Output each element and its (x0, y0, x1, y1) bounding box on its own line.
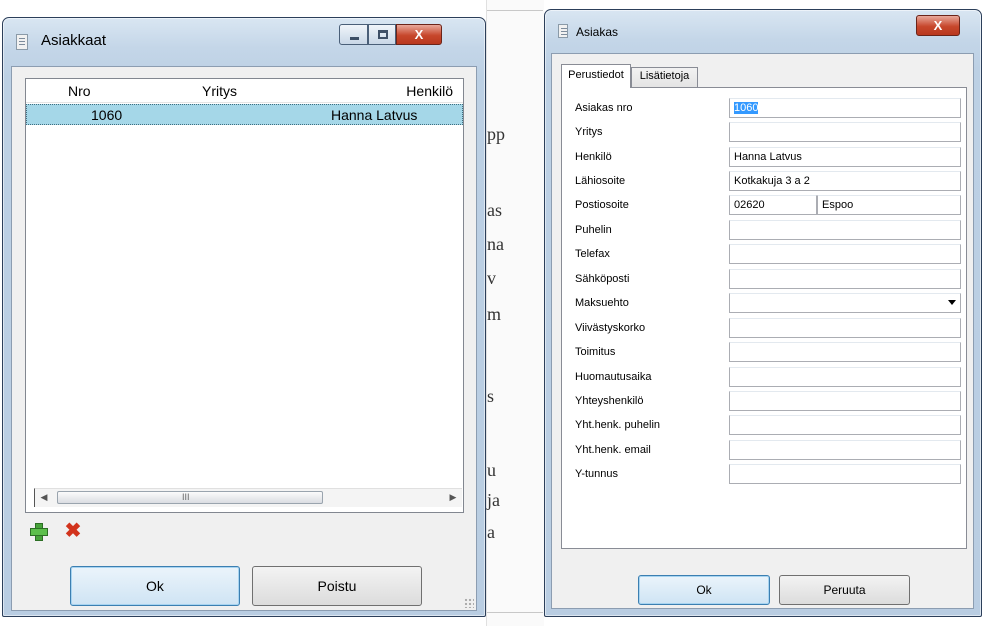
label-asiakas-nro: Asiakas nro (575, 102, 633, 114)
cell-henkilo: Hanna Latvus (331, 107, 418, 123)
label-viivastyskorko: Viivästyskorko (575, 322, 646, 334)
label-yht-puhelin: Yht.henk. puhelin (575, 419, 661, 431)
minimize-icon (350, 37, 359, 40)
minimize-button[interactable] (339, 24, 368, 45)
table-row[interactable]: 1060 Hanna Latvus (26, 104, 463, 125)
sahkoposti-field[interactable] (729, 269, 961, 289)
label-henkilo: Henkilö (575, 151, 612, 163)
background-text: v (487, 268, 496, 288)
ok-button[interactable]: Ok (70, 566, 240, 606)
asiakas-nro-value: 1060 (734, 102, 759, 114)
asiakas-nro-field[interactable]: 1060 (729, 98, 961, 118)
resize-grip[interactable] (464, 598, 474, 608)
cancel-button[interactable]: Peruuta (779, 575, 910, 605)
column-header-henkilo[interactable]: Henkilö (406, 83, 453, 99)
background-text: pp (487, 124, 505, 144)
telefax-field[interactable] (729, 244, 961, 264)
label-puhelin: Puhelin (575, 224, 612, 236)
background-text: as (487, 200, 502, 220)
close-button[interactable]: X (396, 24, 442, 45)
background-text: s (487, 386, 495, 406)
scroll-thumb[interactable]: III (57, 491, 323, 504)
label-yritys: Yritys (575, 126, 603, 138)
label-yhteyshenkilo: Yhteyshenkilö (575, 395, 644, 407)
toimitus-field[interactable] (729, 342, 961, 362)
window-title: Asiakas (576, 25, 619, 39)
huomautusaika-field[interactable] (729, 367, 961, 387)
viivastyskorko-field[interactable] (729, 318, 961, 338)
label-lahiosoite: Lähiosoite (575, 175, 626, 187)
detail-client-area: Perustiedot Lisätietoja Asiakas nro 1060… (551, 53, 974, 609)
tab-perustiedot[interactable]: Perustiedot (561, 64, 631, 88)
label-y-tunnus: Y-tunnus (575, 468, 619, 480)
label-sahkoposti: Sähköposti (575, 273, 630, 285)
maximize-button[interactable] (368, 24, 396, 45)
yritys-field[interactable] (729, 122, 961, 142)
tab-label: Lisätietoja (639, 70, 690, 82)
yht-puhelin-field[interactable] (729, 415, 961, 435)
background-text: ja (487, 490, 500, 510)
label-maksuehto: Maksuehto (575, 297, 629, 309)
ok-button-label: Ok (696, 583, 712, 597)
yhteyshenkilo-field[interactable] (729, 391, 961, 411)
close-button[interactable]: X (916, 15, 960, 36)
cancel-button-label: Peruuta (823, 583, 866, 597)
exit-button[interactable]: Poistu (252, 566, 422, 606)
window-title: Asiakkaat (41, 32, 107, 49)
close-icon: X (414, 27, 424, 42)
yht-email-field[interactable] (729, 440, 961, 460)
label-huomautusaika: Huomautusaika (575, 371, 652, 383)
app-icon (16, 34, 28, 50)
customers-window: Asiakkaat X Nro Yritys Henkilö 1060 Hann… (2, 17, 486, 617)
label-toimitus: Toimitus (575, 346, 616, 358)
background-text: a (487, 522, 495, 542)
tab-panel-perustiedot: Asiakas nro 1060 Yritys Henkilö Hanna La… (561, 87, 967, 549)
app-icon (558, 24, 568, 38)
add-icon[interactable] (29, 522, 48, 541)
customers-client-area: Nro Yritys Henkilö 1060 Hanna Latvus ◀ I… (11, 66, 477, 611)
city-field[interactable]: Espoo (817, 195, 961, 215)
scroll-right-icon[interactable]: ▶ (448, 492, 458, 503)
chevron-down-icon[interactable] (948, 300, 956, 305)
y-tunnus-field[interactable] (729, 464, 961, 484)
background-text: na (487, 234, 504, 254)
scroll-grip-icon: III (182, 492, 190, 502)
puhelin-field[interactable] (729, 220, 961, 240)
customer-detail-window: Asiakas X Perustiedot Lisätietoja Asiaka… (544, 9, 982, 617)
henkilo-field[interactable]: Hanna Latvus (729, 147, 961, 167)
exit-button-label: Poistu (317, 578, 357, 594)
close-icon: X (933, 18, 943, 33)
cell-nro: 1060 (91, 107, 123, 123)
background-text: m (487, 304, 502, 324)
lahiosoite-field[interactable]: Kotkakuja 3 a 2 (729, 171, 961, 191)
background-document: pp as na v m s u ja a (486, 0, 544, 626)
maximize-icon (378, 30, 388, 39)
column-header-nro[interactable]: Nro (68, 83, 91, 99)
delete-icon[interactable]: ✖ (64, 521, 82, 541)
label-telefax: Telefax (575, 248, 610, 260)
scroll-left-icon[interactable]: ◀ (39, 492, 49, 503)
background-rule (487, 10, 543, 11)
postal-code-field[interactable]: 02620 (729, 195, 817, 215)
label-postiosoite: Postiosoite (575, 199, 629, 211)
horizontal-scrollbar[interactable]: ◀ III ▶ (34, 488, 462, 507)
ok-button[interactable]: Ok (638, 575, 770, 605)
tab-label: Perustiedot (568, 69, 624, 81)
customer-list[interactable]: Nro Yritys Henkilö 1060 Hanna Latvus ◀ I… (25, 78, 464, 513)
tab-lisatietoja[interactable]: Lisätietoja (631, 67, 698, 88)
background-rule (487, 612, 543, 613)
label-yht-email: Yht.henk. email (575, 444, 651, 456)
background-text: u (487, 460, 496, 480)
maksuehto-dropdown[interactable] (729, 293, 961, 313)
ok-button-label: Ok (146, 578, 164, 594)
list-header: Nro Yritys Henkilö (26, 79, 463, 103)
column-header-yritys[interactable]: Yritys (202, 83, 237, 99)
